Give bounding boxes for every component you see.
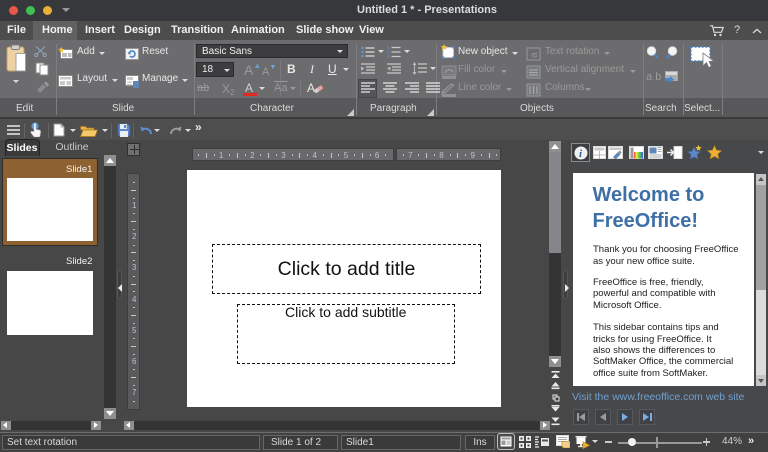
svg-text:3: 3 xyxy=(387,54,390,58)
svg-text:a: a xyxy=(529,52,540,58)
